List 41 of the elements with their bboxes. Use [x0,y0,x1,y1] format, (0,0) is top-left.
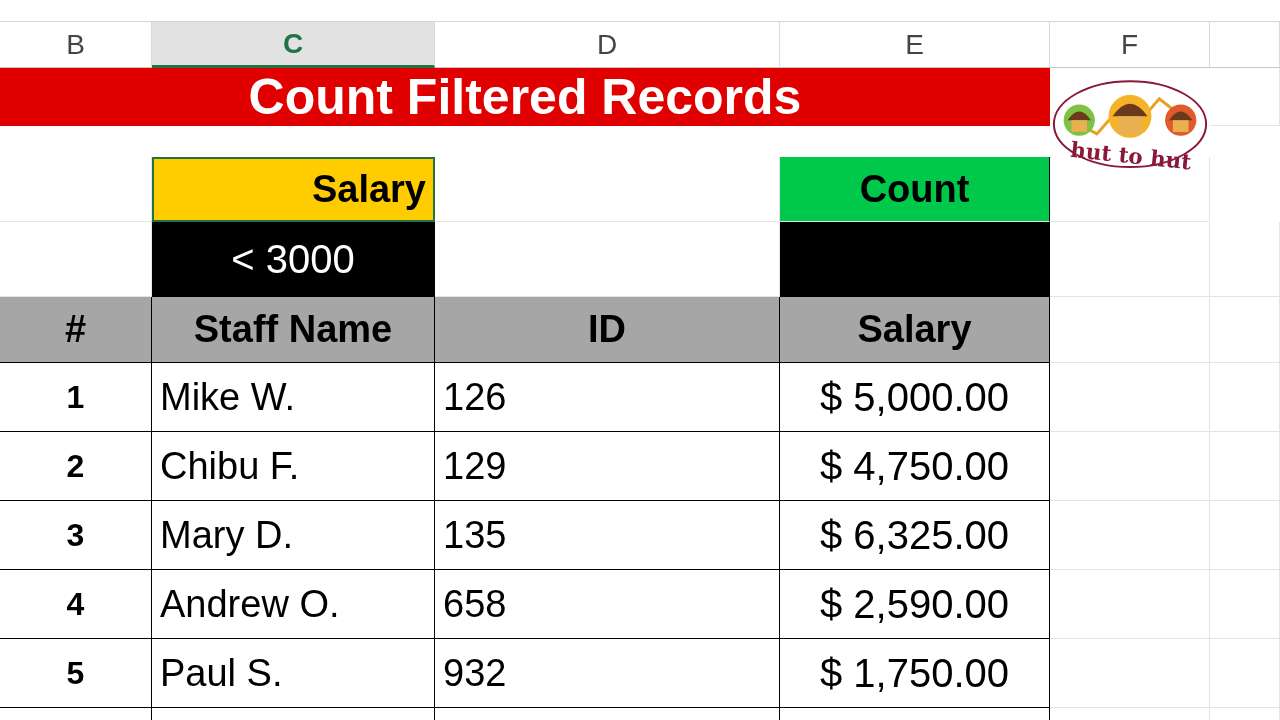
empty-cell [1210,501,1280,570]
table-cell: 126 [435,363,780,432]
table-cell: 932 [435,639,780,708]
count-header-cell: Count [780,157,1050,222]
empty-cell [1210,297,1280,363]
criteria-header-cell[interactable]: Salary [152,157,435,222]
table-cell: $ 4,750.00 [780,432,1050,501]
table-cell: Chibu F. [152,432,435,501]
table-cell: $ 1,750.00 [780,639,1050,708]
table-cell: Mike W. [152,363,435,432]
table-cell: 3 [0,501,152,570]
empty-cell [1210,570,1280,639]
table-header-cell: Staff Name [152,297,435,363]
column-header[interactable] [1210,22,1280,68]
column-header[interactable]: F [1050,22,1210,68]
table-cell: $ 6,325.00 [780,501,1050,570]
table-cell: 2 [0,432,152,501]
empty-cell [1210,363,1280,432]
criteria-value-cell[interactable]: < 3000 [152,222,435,297]
table-cell: Andrew O. [152,570,435,639]
empty-cell [1210,68,1280,126]
empty-cell [1210,639,1280,708]
column-header[interactable]: E [780,22,1050,68]
table-cell: Mary D. [152,501,435,570]
table-cell: 1 [0,363,152,432]
table-cell: 129 [435,432,780,501]
table-cell: Paul S. [152,639,435,708]
table-cell: $ 5,000.00 [780,363,1050,432]
table-cell: $ 2,590.00 [780,570,1050,639]
table-header-cell: ID [435,297,780,363]
table-header-cell: # [0,297,152,363]
table-header-cell: Salary [780,297,1050,363]
table-cell: 135 [435,501,780,570]
table-cell: 4 [0,570,152,639]
column-header[interactable]: D [435,22,780,68]
table-cell: 5 [0,639,152,708]
empty-cell [1210,432,1280,501]
column-header[interactable]: C [152,22,435,68]
column-header[interactable]: B [0,22,152,68]
sheet-title: Count Filtered Records [0,68,1050,126]
table-cell: 658 [435,570,780,639]
